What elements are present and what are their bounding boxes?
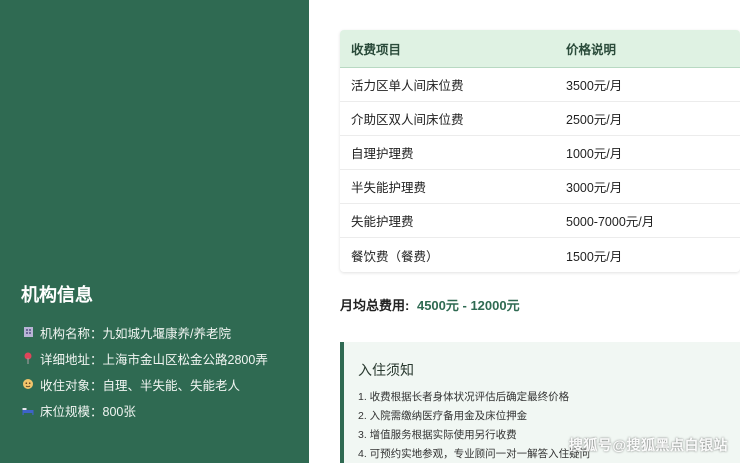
- notice-list: 1. 收费根据长者身体状况评估后确定最终价格 2. 入院需缴纳医疗备用金及床位押…: [358, 388, 590, 463]
- target-value: 自理、半失能、失能老人: [102, 378, 241, 393]
- header-price: 价格说明: [566, 43, 617, 57]
- sidebar: 机构信息 机构名称： 九如城九堰康养/养老院 详细地址： 上海市金山区松金公路2…: [0, 0, 309, 463]
- fee-item: 失能护理费: [351, 215, 414, 229]
- info-label: 详细地址：: [40, 352, 103, 367]
- address-value: 上海市金山区松金公路2800弄: [102, 352, 268, 367]
- fee-item: 活力区单人间床位费: [351, 79, 464, 93]
- bed-icon: [22, 404, 34, 416]
- fee-item: 介助区双人间床位费: [351, 113, 464, 127]
- fee-item: 餐饮费（餐费）: [351, 249, 439, 264]
- info-label: 床位规模：: [40, 404, 103, 419]
- building-icon: [22, 326, 34, 338]
- fee-price: 3000元/月: [566, 181, 623, 195]
- total-value: 4500元 - 12000元: [416, 298, 520, 313]
- table-row: 活力区单人间床位费 3500元/月: [340, 68, 740, 102]
- beds-value: 800张: [102, 404, 136, 419]
- info-list: 机构名称： 九如城九堰康养/养老院 详细地址： 上海市金山区松金公路2800弄 …: [22, 319, 302, 423]
- notice-title: 入住须知: [358, 362, 414, 378]
- total-label: 月均总费用:: [340, 298, 410, 313]
- list-item: 2. 入院需缴纳医疗备用金及床位押金: [358, 410, 528, 422]
- watermark: 搜狐号@搜狐黑点白银站: [568, 437, 728, 453]
- info-label: 收住对象：: [40, 378, 103, 393]
- elder-face-icon: [22, 378, 34, 390]
- fee-price: 3500元/月: [566, 79, 623, 93]
- fee-item: 半失能护理费: [351, 181, 427, 195]
- info-row-beds: 床位规模： 800张: [22, 397, 302, 423]
- info-row-name: 机构名称： 九如城九堰康养/养老院: [22, 319, 302, 345]
- info-row-address: 详细地址： 上海市金山区松金公路2800弄: [22, 345, 302, 371]
- list-item: 1. 收费根据长者身体状况评估后确定最终价格: [358, 391, 570, 403]
- institution-name: 九如城九堰康养/养老院: [102, 326, 231, 341]
- sidebar-title: 机构信息: [21, 285, 93, 305]
- table-row: 介助区双人间床位费 2500元/月: [340, 102, 740, 136]
- fee-price: 5000-7000元/月: [566, 215, 655, 229]
- fee-item: 自理护理费: [351, 147, 414, 161]
- fee-price: 1000元/月: [566, 147, 623, 161]
- location-pin-icon: [22, 352, 34, 364]
- fee-table-header: 收费项目 价格说明: [340, 30, 740, 68]
- fee-price: 1500元/月: [566, 249, 623, 264]
- table-row: 餐饮费（餐费） 1500元/月: [340, 238, 740, 272]
- info-label: 机构名称：: [40, 326, 103, 341]
- main-content: 收费项目 价格说明 活力区单人间床位费 3500元/月 介助区双人间床位费 25…: [340, 0, 740, 463]
- monthly-total: 月均总费用: 4500元 - 12000元: [340, 295, 520, 314]
- fee-price: 2500元/月: [566, 113, 623, 127]
- list-item: 4. 可预约实地参观，专业顾问一对一解答入住疑问: [358, 448, 591, 460]
- table-row: 半失能护理费 3000元/月: [340, 170, 740, 204]
- fee-table: 收费项目 价格说明 活力区单人间床位费 3500元/月 介助区双人间床位费 25…: [340, 30, 740, 272]
- info-row-target: 收住对象： 自理、半失能、失能老人: [22, 371, 302, 397]
- table-row: 自理护理费 1000元/月: [340, 136, 740, 170]
- header-item: 收费项目: [351, 43, 402, 57]
- table-row: 失能护理费 5000-7000元/月: [340, 204, 740, 238]
- list-item: 3. 增值服务根据实际使用另行收费: [358, 429, 517, 441]
